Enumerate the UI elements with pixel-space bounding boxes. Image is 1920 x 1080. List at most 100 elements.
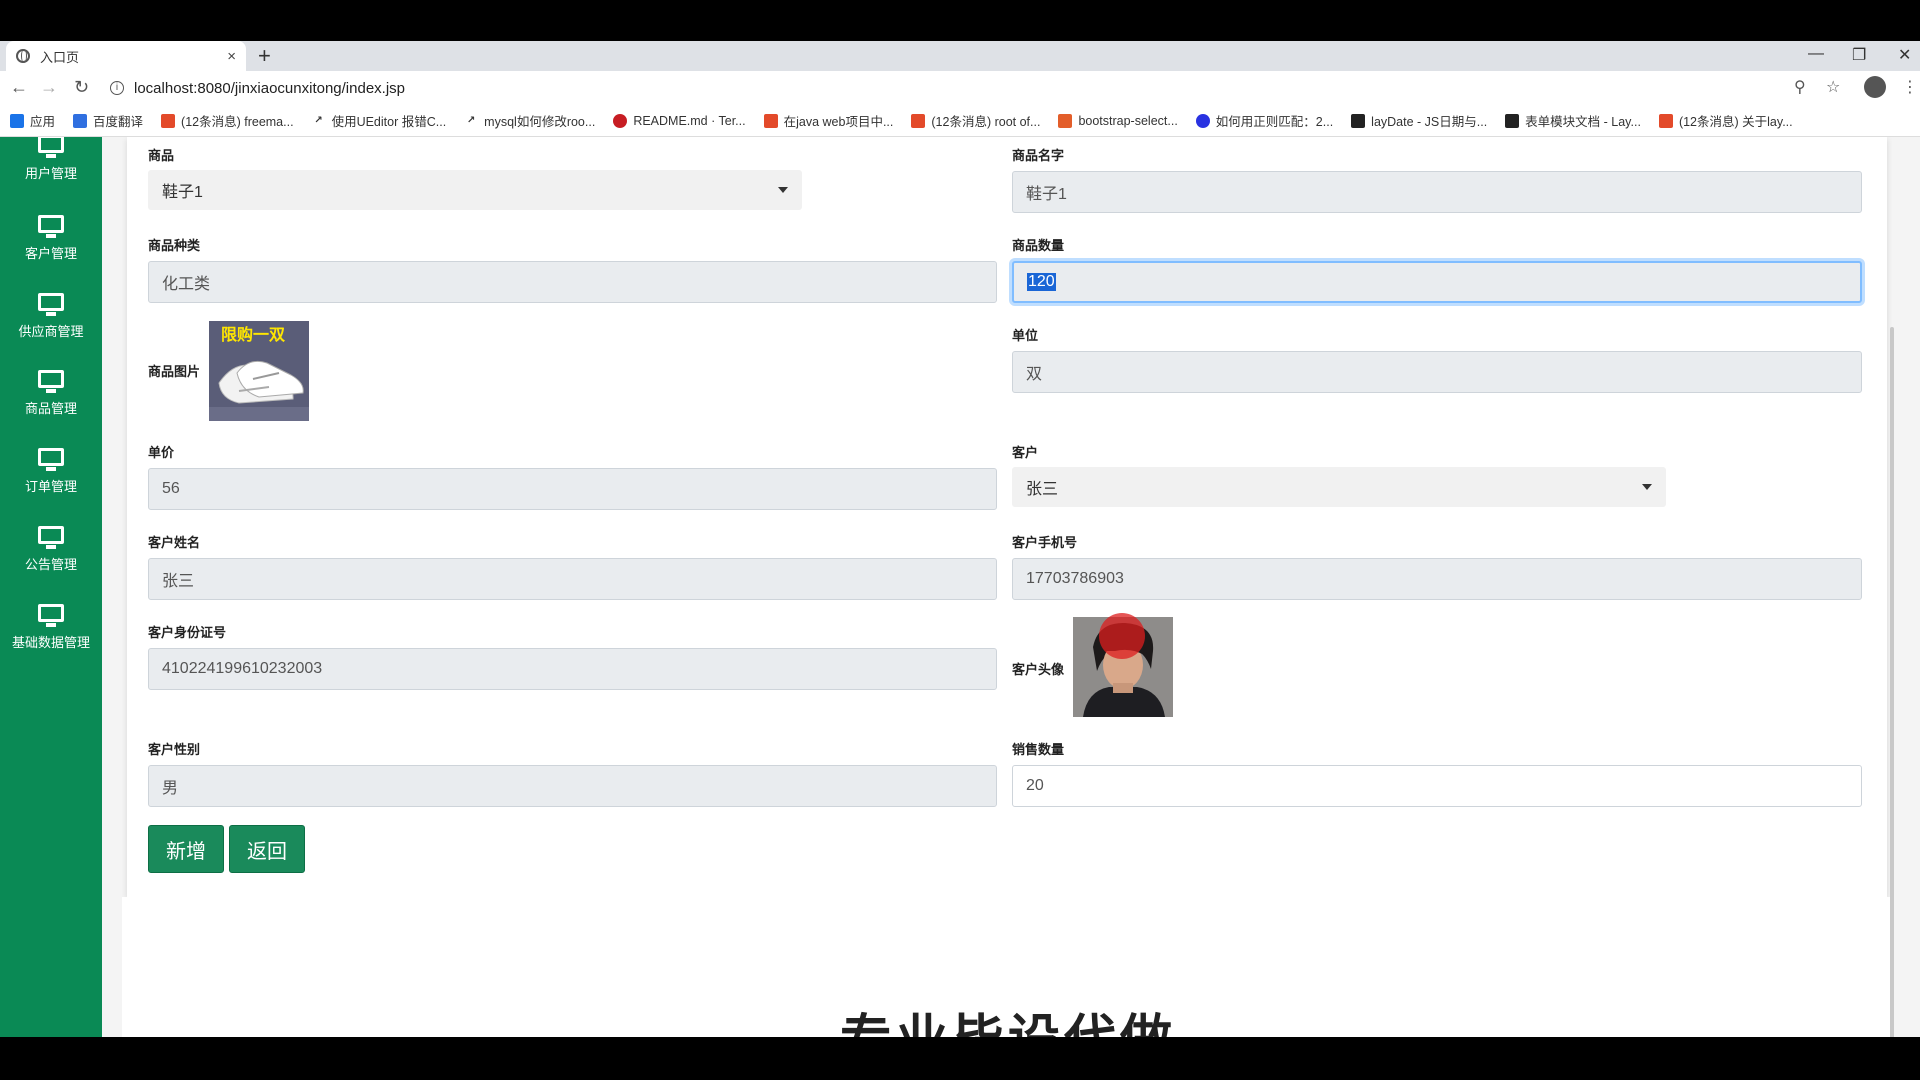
customer-label: 客户 [1012, 445, 1039, 460]
new-tab-button[interactable]: + [258, 43, 271, 69]
sidebar: 用户管理 客户管理 供应商管理 商品管理 订单管理 公告管理 基础数据管理 [0, 137, 102, 1037]
add-button[interactable]: 新增 [148, 825, 224, 873]
customer-select[interactable]: 张三 [1012, 467, 1666, 507]
category-label: 商品种类 [148, 238, 201, 253]
bookmark-item[interactable]: 在java web项目中... [763, 111, 893, 130]
category-field[interactable]: 化工类 [148, 261, 997, 303]
page-viewport: 用户管理 客户管理 供应商管理 商品管理 订单管理 公告管理 基础数据管理 商品… [0, 137, 1920, 1037]
bookmark-item[interactable]: (12条消息) freema... [161, 111, 294, 130]
star-icon[interactable]: ☆ [1826, 77, 1840, 97]
customer-name-field[interactable]: 张三 [148, 558, 997, 600]
csdn-icon [911, 113, 926, 128]
bookmark-item[interactable]: README.md · Ter... [613, 113, 746, 128]
price-field[interactable]: 56 [148, 468, 997, 510]
csdn-icon [1658, 113, 1673, 128]
customer-name-label: 客户姓名 [148, 535, 201, 550]
unit-label: 单位 [1012, 328, 1039, 343]
key-icon[interactable]: ⚲ [1794, 77, 1806, 97]
bookmark-item[interactable]: 应用 [10, 111, 55, 130]
monitor-icon [38, 448, 64, 471]
monitor-icon [38, 370, 64, 393]
customer-id-label: 客户身份证号 [148, 625, 227, 640]
price-label: 单价 [148, 445, 175, 460]
chevron-down-icon [1642, 484, 1652, 490]
product-name-field[interactable]: 鞋子1 [1012, 171, 1862, 213]
reload-icon[interactable]: ↻ [74, 77, 89, 98]
chevron-down-icon [778, 187, 788, 193]
gender-field[interactable]: 男 [148, 765, 997, 807]
quantity-label: 商品数量 [1012, 238, 1065, 253]
tab-title: 入口页 [40, 49, 80, 65]
sales-qty-field[interactable]: 20 [1012, 765, 1862, 807]
baidu-icon [1195, 113, 1210, 128]
site-info-icon[interactable]: i [110, 81, 124, 95]
sidebar-item-basic-data[interactable]: 基础数据管理 [0, 604, 102, 651]
gender-label: 客户性别 [148, 742, 201, 757]
product-select[interactable]: 鞋子1 [148, 170, 802, 210]
product-label: 商品 [148, 148, 175, 163]
customer-phone-field[interactable]: 17703786903 [1012, 558, 1862, 600]
baidu-translate-icon [73, 113, 88, 128]
menu-icon[interactable]: ⋮ [1902, 77, 1918, 97]
address-bar[interactable]: i localhost:8080/jinxiaocunxitong/index.… [110, 75, 1760, 101]
bookmark-item[interactable]: 表单模块文档 - Lay... [1505, 111, 1641, 130]
globe-icon [16, 49, 30, 63]
product-image: 限购一双 [209, 321, 309, 421]
bookmark-item[interactable]: bootstrap-select... [1058, 113, 1178, 128]
bookmark-item[interactable]: layDate - JS日期与... [1351, 111, 1487, 130]
sidebar-item-orders[interactable]: 订单管理 [0, 448, 102, 495]
bookmark-item[interactable]: 百度翻译 [73, 111, 143, 130]
product-image-caption: 限购一双 [221, 327, 286, 344]
tab-close-icon[interactable]: × [227, 48, 236, 65]
csdn-icon [763, 113, 778, 128]
product-image-label: 商品图片 [148, 364, 201, 379]
overlay-text: 专业毕设代做 [840, 997, 1176, 1037]
back-button[interactable]: 返回 [229, 825, 305, 873]
monitor-icon [38, 137, 64, 158]
customer-phone-label: 客户手机号 [1012, 535, 1078, 550]
quantity-field[interactable]: 120 [1012, 261, 1862, 303]
product-select-value: 鞋子1 [162, 184, 203, 201]
customer-avatar-label: 客户头像 [1012, 662, 1065, 677]
arrow-icon: ↗ [464, 113, 479, 128]
window-close-icon[interactable]: ✕ [1898, 45, 1911, 65]
browser-tabstrip: 入口页 × + — ❐ ✕ [0, 41, 1920, 71]
minimize-icon[interactable]: — [1808, 45, 1824, 63]
bookmark-item[interactable]: ↗ mysql如何修改roo... [464, 111, 595, 130]
gitee-icon [613, 113, 628, 128]
profile-icon[interactable] [1864, 76, 1886, 103]
monitor-icon [38, 604, 64, 627]
apps-icon [10, 113, 24, 128]
screen: 入口页 × + — ❐ ✕ ← → ↻ i localhost:8080/jin… [0, 0, 1920, 1080]
sidebar-item-customers[interactable]: 客户管理 [0, 215, 102, 262]
monitor-icon [38, 215, 64, 238]
monitor-icon [38, 526, 64, 549]
bookmark-item[interactable]: 如何用正则匹配：2... [1195, 111, 1333, 130]
sales-qty-label: 销售数量 [1012, 742, 1065, 757]
customer-id-field[interactable]: 410224199610232003 [148, 648, 997, 690]
back-icon[interactable]: ← [10, 77, 28, 98]
sidebar-item-suppliers[interactable]: 供应商管理 [0, 293, 102, 340]
bookmark-item[interactable]: ↗ 使用UEditor 报错C... [311, 111, 446, 130]
product-name-label: 商品名字 [1012, 148, 1065, 163]
unit-field[interactable]: 双 [1012, 351, 1862, 393]
sidebar-item-notices[interactable]: 公告管理 [0, 526, 102, 573]
sidebar-item-products[interactable]: 商品管理 [0, 370, 102, 417]
arrow-icon: ↗ [311, 113, 326, 128]
page-scrollbar[interactable] [1890, 327, 1894, 1037]
bootstrap-icon [1058, 113, 1073, 128]
layui-icon [1351, 113, 1366, 128]
forward-icon[interactable]: → [40, 77, 58, 98]
quantity-value: 120 [1027, 273, 1056, 291]
monitor-icon [38, 293, 64, 316]
customer-select-value: 张三 [1026, 481, 1059, 498]
browser-toolbar: ← → ↻ i localhost:8080/jinxiaocunxitong/… [0, 71, 1920, 105]
cursor-highlight [1099, 613, 1145, 659]
bookmark-item[interactable]: (12条消息) root of... [911, 111, 1040, 130]
layui-icon [1505, 113, 1520, 128]
restore-icon[interactable]: ❐ [1852, 45, 1866, 65]
bookmark-item[interactable]: (12条消息) 关于lay... [1658, 111, 1793, 130]
csdn-icon [161, 113, 176, 128]
sidebar-item-users[interactable]: 用户管理 [0, 137, 102, 182]
browser-tab[interactable]: 入口页 × [6, 41, 246, 71]
